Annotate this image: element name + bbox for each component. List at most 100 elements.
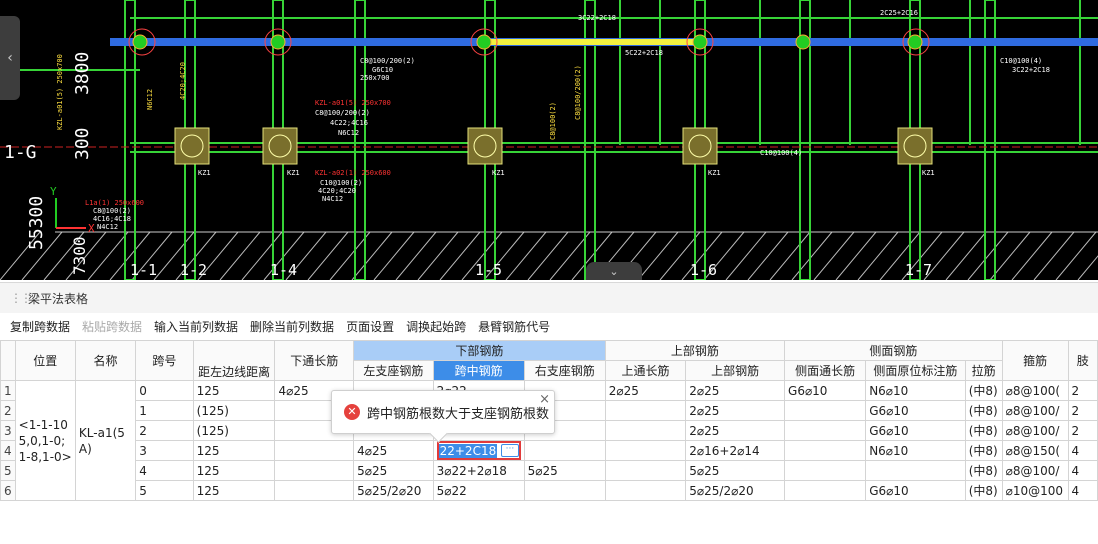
tie-cell[interactable]: (中8) [964,380,1003,401]
group-header-top-rebar[interactable]: 上部钢筋 [604,340,786,361]
top-rebar-cell[interactable]: 2⌀25 [685,420,786,441]
col-header-tie[interactable]: 拉筋 [964,360,1003,381]
col-header-span-no[interactable]: 跨号 [135,340,194,381]
bottom-through-cell[interactable] [274,440,355,461]
side-origin-cell[interactable] [865,460,966,481]
position-cell[interactable]: <1-1-105,0,1-0;1-8,1-0> [14,380,76,501]
cantilever-code-button[interactable]: 悬臂钢筋代号 [478,318,550,335]
mid-span-edit-input[interactable]: 22+2C18 ··· [436,441,521,460]
side-origin-cell[interactable]: G6⌀10 [865,400,966,421]
tie-cell[interactable]: (中8) [964,440,1003,461]
right-support-cell[interactable]: 5⌀25 [523,460,606,481]
cad-canvas[interactable]: 1-11-21-41-51-61-7U1-G3800300553007300YX… [0,0,1098,280]
tie-cell[interactable]: (中8) [964,480,1003,501]
col-header-dist-left[interactable]: 距左边线距离 [192,340,276,381]
top-through-cell[interactable]: 2⌀25 [604,380,687,401]
tie-cell[interactable]: (中8) [964,460,1003,481]
side-origin-cell[interactable]: G6⌀10 [865,480,966,501]
top-rebar-cell[interactable]: 5⌀25/2⌀20 [685,480,786,501]
span-number-cell[interactable]: 3 [135,440,194,461]
top-through-cell[interactable] [604,420,687,441]
dist-left-cell[interactable]: 125 [192,460,276,481]
side-through-cell[interactable] [784,440,867,461]
col-header-left-support[interactable]: 左支座钢筋 [353,360,434,381]
span-number-cell[interactable]: 0 [135,380,194,401]
side-through-cell[interactable] [784,460,867,481]
col-header-side-through[interactable]: 侧面通长筋 [784,360,867,381]
cad-drawing[interactable]: 1-11-21-41-51-61-7U1-G3800300553007300YX… [0,0,1098,280]
col-header-top-rebar[interactable]: 上部钢筋 [685,360,786,381]
col-header-name[interactable]: 名称 [74,340,137,381]
legs-cell[interactable]: 4 [1067,460,1098,481]
row-number[interactable]: 2 [0,400,16,421]
top-through-cell[interactable] [604,440,687,461]
top-rebar-cell[interactable]: 2⌀16+2⌀14 [685,440,786,461]
left-support-cell[interactable]: 5⌀25/2⌀20 [353,480,434,501]
span-number-cell[interactable]: 2 [135,420,194,441]
col-header-top-through[interactable]: 上通长筋 [604,360,687,381]
paste-span-data-button[interactable]: 粘贴跨数据 [82,318,142,335]
stirrup-cell[interactable]: ⌀8@150( [1001,440,1069,461]
span-number-cell[interactable]: 4 [135,460,194,481]
row-number[interactable]: 3 [0,420,16,441]
top-through-cell[interactable] [604,460,687,481]
legs-cell[interactable]: 2 [1067,400,1098,421]
top-rebar-cell[interactable]: 2⌀25 [685,400,786,421]
legs-cell[interactable]: 4 [1067,480,1098,501]
span-number-cell[interactable]: 1 [135,400,194,421]
stirrup-cell[interactable]: ⌀10@100 [1001,480,1069,501]
mid-span-cell[interactable]: 5⌀22 [432,480,525,501]
stirrup-cell[interactable]: ⌀8@100( [1001,380,1069,401]
top-through-cell[interactable] [604,400,687,421]
row-number[interactable]: 5 [0,460,16,481]
more-options-icon[interactable]: ··· [501,444,519,457]
tie-cell[interactable]: (中8) [964,400,1003,421]
input-column-data-button[interactable]: 输入当前列数据 [154,318,238,335]
left-support-cell[interactable]: 4⌀25 [353,440,434,461]
collapse-bottom-tab[interactable]: ⌄ [586,262,642,280]
col-header-side-origin[interactable]: 侧面原位标注筋 [865,360,966,381]
dist-left-cell[interactable]: 125 [192,380,276,401]
delete-column-data-button[interactable]: 删除当前列数据 [250,318,334,335]
dist-left-cell[interactable]: 125 [192,480,276,501]
close-icon[interactable]: × [539,392,550,407]
col-header-legs[interactable]: 肢 [1067,340,1098,381]
page-settings-button[interactable]: 页面设置 [346,318,394,335]
top-through-cell[interactable] [604,480,687,501]
group-header-bottom-rebar[interactable]: 下部钢筋 [353,340,606,361]
side-origin-cell[interactable]: N6⌀10 [865,380,966,401]
side-through-cell[interactable] [784,400,867,421]
row-number[interactable]: 6 [0,480,16,501]
stirrup-cell[interactable]: ⌀8@100/ [1001,420,1069,441]
col-header-stirrup[interactable]: 箍筋 [1001,340,1069,381]
top-rebar-cell[interactable]: 5⌀25 [685,460,786,481]
legs-cell[interactable]: 2 [1067,420,1098,441]
left-support-cell[interactable]: 5⌀25 [353,460,434,481]
table-row[interactable]: 6 5 125 5⌀25/2⌀20 5⌀22 5⌀25/2⌀20 G6⌀10 (中8) ⌀10@… [0,480,1098,501]
stirrup-cell[interactable]: ⌀8@100/ [1001,460,1069,481]
legs-cell[interactable]: 2 [1067,380,1098,401]
col-header-bottom-through[interactable]: 下通长筋 [274,340,355,381]
dist-left-cell[interactable]: (125) [192,420,276,441]
side-through-cell[interactable] [784,480,867,501]
dist-left-cell[interactable]: 125 [192,440,276,461]
table-row[interactable]: 4 3 125 4⌀25 22+2C18 ··· 2⌀16+2⌀14 N6⌀10 (中8) ⌀8@… [0,440,1098,461]
side-origin-cell[interactable]: N6⌀10 [865,440,966,461]
dist-left-cell[interactable]: (125) [192,400,276,421]
beam-name-cell[interactable]: KL-a1(5A) [74,380,137,501]
col-header-mid-span[interactable]: 跨中钢筋 [432,360,525,381]
side-through-cell[interactable]: G6⌀10 [784,380,867,401]
tie-cell[interactable]: (中8) [964,420,1003,441]
drag-grip-icon[interactable]: ⋮⋮ [10,291,32,305]
span-number-cell[interactable]: 5 [135,480,194,501]
right-support-cell[interactable] [523,480,606,501]
top-rebar-cell[interactable]: 2⌀25 [685,380,786,401]
edit-input-text[interactable]: 22+2C18 [438,443,498,458]
bottom-through-cell[interactable] [274,480,355,501]
bottom-through-cell[interactable] [274,460,355,481]
legs-cell[interactable]: 4 [1067,440,1098,461]
right-support-cell[interactable] [523,440,606,461]
col-header-position[interactable]: 位置 [14,340,76,381]
group-header-side-rebar[interactable]: 侧面钢筋 [784,340,1003,361]
table-row[interactable]: 5 4 125 5⌀25 3⌀22+2⌀18 5⌀25 5⌀25 (中8) ⌀8@100/4 [0,460,1098,481]
